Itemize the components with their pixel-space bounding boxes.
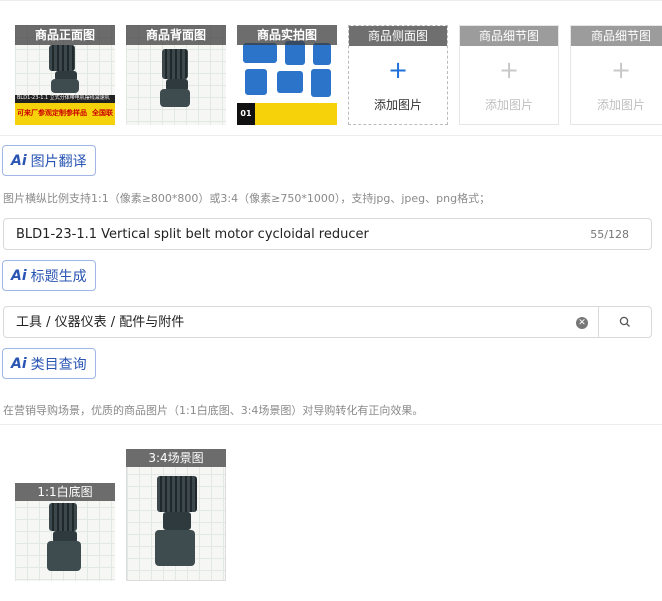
image-format-hint: 图片横纵比例支持1:1（像素≥800*800）或3:4（像素≥750*1000）… xyxy=(3,192,491,205)
scene-image-slot[interactable]: 3:4场景图 xyxy=(126,449,226,581)
image-slot-real[interactable]: 01 商品实拍图 xyxy=(237,25,337,125)
front-banner-left: 可来厂参观定制参样品 xyxy=(17,109,87,117)
slot-caption: 商品正面图 xyxy=(15,25,115,45)
image-translate-button[interactable]: Ai 图片翻译 xyxy=(2,145,96,176)
image-slot-back[interactable]: 商品背面图 xyxy=(126,25,226,125)
slot-caption: 商品细节图 xyxy=(460,26,558,46)
real-banner-number: 01 xyxy=(237,103,255,125)
front-banner-right: 全国联 xyxy=(92,109,113,117)
slot-caption: 商品侧面图 xyxy=(349,26,447,46)
image-slot-detail-2[interactable]: 商品细节图 + 添加图片 xyxy=(570,25,662,125)
white-bg-image-slot[interactable]: 1:1白底图 xyxy=(15,483,115,581)
plus-icon: + xyxy=(610,56,632,84)
category-search-button[interactable] xyxy=(598,306,652,338)
title-char-count: 55/128 xyxy=(590,228,629,241)
image-slot-detail-1[interactable]: 商品细节图 + 添加图片 xyxy=(459,25,559,125)
title-generate-button[interactable]: Ai 标题生成 xyxy=(2,260,96,291)
scene-photo xyxy=(126,449,226,581)
ai-icon: Ai xyxy=(11,267,27,284)
marketing-image-hint: 在营销导购场景，优质的商品图片（1:1白底图、3:4场景图）对导购转化有正向效果… xyxy=(3,404,424,417)
add-image-label: 添加图片 xyxy=(484,98,533,112)
image-slot-side[interactable]: 商品侧面图 + 添加图片 xyxy=(348,25,448,125)
clear-icon[interactable]: ✕ xyxy=(576,317,588,329)
category-query-button[interactable]: Ai 类目查询 xyxy=(2,348,96,379)
marketing-images-panel: 1:1白底图 3:4场景图 xyxy=(0,424,662,601)
ai-icon: Ai xyxy=(11,152,27,169)
white-bg-caption: 1:1白底图 xyxy=(15,483,115,501)
front-banner-text: BLD1-23-1.1 立式分体带电机摆线减速机 xyxy=(17,95,110,101)
plus-icon: + xyxy=(498,56,520,84)
slot-caption: 商品细节图 xyxy=(571,26,662,46)
category-input[interactable]: 工具 / 仪器仪表 / 配件与附件 ✕ xyxy=(3,306,599,338)
plus-icon: + xyxy=(387,56,409,84)
ai-icon: Ai xyxy=(11,355,27,372)
category-input-value: 工具 / 仪器仪表 / 配件与附件 xyxy=(16,315,185,330)
title-input[interactable]: BLD1-23-1.1 Vertical split belt motor cy… xyxy=(3,218,652,250)
image-translate-label: 图片翻译 xyxy=(30,153,87,170)
scene-caption: 3:4场景图 xyxy=(126,449,226,467)
slot-caption: 商品背面图 xyxy=(126,25,226,45)
product-images-panel: BLD1-23-1.1 立式分体带电机摆线减速机 可来厂参观定制参样品 全国联 … xyxy=(0,0,662,136)
search-icon xyxy=(619,316,630,327)
add-image-label: 添加图片 xyxy=(373,98,422,112)
category-query-label: 类目查询 xyxy=(30,356,87,373)
title-input-value: BLD1-23-1.1 Vertical split belt motor cy… xyxy=(16,227,369,242)
slot-caption: 商品实拍图 xyxy=(237,25,337,45)
title-generate-label: 标题生成 xyxy=(30,268,87,285)
image-slot-front[interactable]: BLD1-23-1.1 立式分体带电机摆线减速机 可来厂参观定制参样品 全国联 … xyxy=(15,25,115,125)
add-image-label: 添加图片 xyxy=(596,98,645,112)
